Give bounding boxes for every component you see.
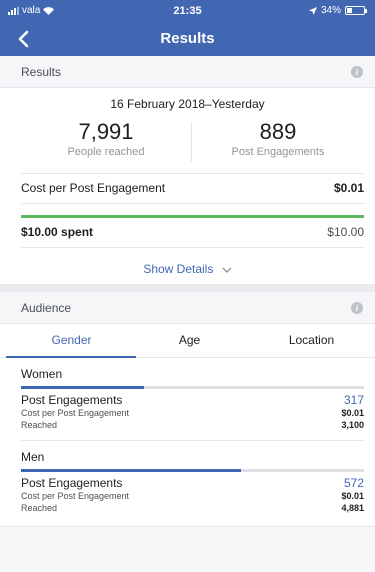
- cost-label: Cost per Post Engagement: [21, 181, 166, 195]
- women-cost-row: Cost per Post Engagement $0.01: [21, 408, 364, 418]
- reached-label: Reached: [21, 420, 58, 430]
- women-share-fill: [21, 386, 145, 389]
- group-title-men: Men: [21, 450, 45, 464]
- women-post-engagements-value: 317: [343, 393, 364, 407]
- people-reached-metric: 7,991 People reached: [21, 119, 191, 158]
- cost-per-engagement-row: Cost per Post Engagement $0.01: [21, 181, 364, 195]
- divider: [21, 247, 364, 248]
- spend-progress-bar: [21, 215, 364, 218]
- men-cost-row: Cost per Post Engagement $0.01: [21, 491, 364, 501]
- divider: [21, 173, 364, 174]
- cost-label: Cost per Post Engagement: [21, 408, 130, 418]
- show-details-link[interactable]: Show Details: [0, 262, 375, 276]
- men-share-fill: [21, 469, 241, 472]
- spent-label: $10.00 spent: [21, 225, 94, 239]
- app-header: vala 21:35 34% Results: [0, 0, 375, 56]
- people-reached-label: People reached: [67, 146, 145, 158]
- budget-value: $10.00: [327, 225, 364, 239]
- women-post-engagements-row: Post Engagements 317: [21, 393, 364, 407]
- divider: [21, 440, 364, 441]
- tab-age[interactable]: Age: [127, 324, 252, 358]
- audience-section-header: Audience i: [0, 292, 375, 324]
- women-reached-row: Reached 3,100: [21, 420, 364, 430]
- divider: [21, 203, 364, 204]
- tab-gender[interactable]: Gender: [9, 324, 134, 358]
- post-engagements-label: Post Engagements: [231, 146, 325, 158]
- info-icon[interactable]: i: [351, 302, 363, 314]
- men-post-engagements-value: 572: [343, 476, 364, 490]
- reached-label: Reached: [21, 503, 58, 513]
- cost-label: Cost per Post Engagement: [21, 491, 130, 501]
- cost-value: $0.01: [333, 181, 364, 195]
- info-icon[interactable]: i: [351, 66, 363, 78]
- date-range: 16 February 2018–Yesterday: [110, 97, 265, 111]
- people-reached-value: 7,991: [78, 119, 134, 144]
- women-cost-value: $0.01: [341, 408, 364, 418]
- results-section-header: Results i: [0, 56, 375, 88]
- post-engagements-metric: 889 Post Engagements: [193, 119, 363, 158]
- audience-tabs: Gender Age Location: [0, 324, 375, 358]
- men-share-bar: [21, 469, 364, 472]
- battery-percent: 34%: [320, 5, 341, 16]
- post-engagements-label: Post Engagements: [21, 476, 123, 490]
- post-engagements-label: Post Engagements: [21, 393, 123, 407]
- audience-section-title: Audience: [21, 301, 72, 315]
- women-share-bar: [21, 386, 364, 389]
- men-reached-row: Reached 4,881: [21, 503, 364, 513]
- show-details-label: Show Details: [143, 262, 214, 276]
- group-title-women: Women: [21, 367, 63, 381]
- women-reached-value: 3,100: [341, 420, 364, 430]
- results-section-title: Results: [21, 65, 62, 79]
- active-tab-indicator: [6, 356, 136, 358]
- bottom-area: [0, 526, 375, 572]
- section-gap: [0, 284, 375, 292]
- spent-row: $10.00 spent $10.00: [21, 225, 364, 239]
- men-reached-value: 4,881: [341, 503, 364, 513]
- status-right: 34%: [308, 5, 367, 16]
- battery-icon: [345, 6, 367, 15]
- chevron-down-icon: [222, 267, 232, 273]
- metric-divider: [191, 122, 192, 162]
- page-title: Results: [160, 30, 215, 47]
- tab-location[interactable]: Location: [249, 324, 374, 358]
- men-cost-value: $0.01: [341, 491, 364, 501]
- men-post-engagements-row: Post Engagements 572: [21, 476, 364, 490]
- status-bar: vala 21:35 34%: [0, 0, 375, 22]
- post-engagements-value: 889: [259, 119, 297, 144]
- location-arrow-icon: [308, 6, 317, 15]
